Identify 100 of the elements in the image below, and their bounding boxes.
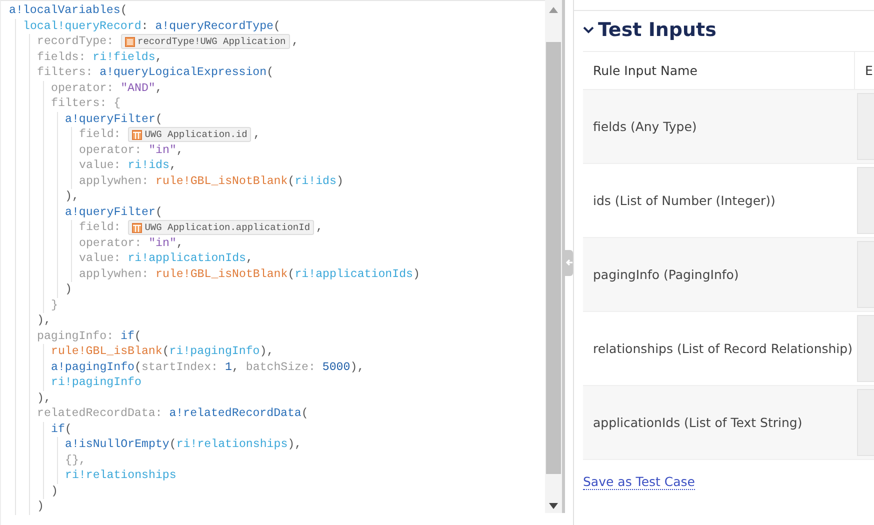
reference-label: recordType!UWG Application: [138, 35, 286, 49]
code-token: "in": [148, 236, 176, 251]
code-token: }: [51, 298, 58, 313]
code-token: ,: [232, 360, 240, 375]
code-token: startIndex:: [141, 360, 219, 375]
section-header[interactable]: Test Inputs: [583, 19, 716, 41]
scroll-down-icon[interactable]: [549, 503, 558, 509]
code-token: (: [134, 328, 142, 344]
reference-label: UWG Application.applicationId: [144, 221, 310, 235]
code-token: operator:: [79, 236, 143, 251]
code-token: ,: [155, 50, 162, 65]
code-token: ),: [37, 313, 51, 328]
code-token: operator:: [51, 80, 115, 96]
code-token: (: [288, 174, 295, 189]
code-token: (: [301, 406, 308, 422]
code-token: ): [51, 484, 58, 499]
code-token: a!queryFilter: [65, 204, 156, 220]
code-token: a!queryLogicalExpression: [100, 65, 267, 80]
table-cell-text: pagingInfo (PagingInfo): [592, 266, 740, 284]
code-token: a!isNullOrEmpty: [65, 437, 170, 452]
code-token: fields:: [37, 50, 87, 65]
code-token: relatedRecordData:: [37, 406, 164, 422]
code-token: ): [65, 282, 72, 298]
code-token: ),: [350, 360, 364, 375]
record-reference-chip[interactable]: recordType!UWG Application: [120, 34, 290, 50]
table-cell-text: applicationIds (List of Text String): [592, 414, 804, 432]
code-token: ri!fields: [92, 50, 156, 65]
code-token: field:: [79, 220, 122, 236]
code-token: a!localVariables: [9, 3, 120, 18]
code-token: filters: {: [51, 96, 121, 112]
code-token: {},: [65, 452, 86, 468]
code-token: ,: [155, 80, 162, 96]
code-token: :: [141, 18, 150, 34]
save-test-case-link[interactable]: Save as Test Case: [583, 474, 695, 490]
code-token: applywhen:: [79, 266, 150, 282]
code-token: a!queryRecordType: [155, 18, 274, 34]
code-token: (: [288, 266, 295, 282]
code-token: (: [266, 65, 274, 80]
code-token: ri!ids: [294, 174, 336, 189]
code-token: value:: [79, 158, 122, 174]
code-token: applywhen:: [79, 174, 150, 189]
code-token: recordType:: [37, 34, 115, 50]
code-token: ),: [37, 390, 51, 406]
code-token: ri!pagingInfo: [169, 344, 260, 360]
table-icon: [124, 36, 134, 47]
code-token: ,: [253, 127, 260, 142]
code-token: (: [134, 360, 142, 375]
code-token: ,: [316, 220, 323, 236]
code-token: rule!GBL_isNotBlank: [156, 266, 288, 282]
code-token: (: [155, 112, 162, 127]
code-token: ri!relationships: [65, 468, 176, 484]
code-token: 5000: [322, 360, 350, 375]
code-token: field:: [79, 127, 122, 142]
code-token: ,: [176, 142, 184, 158]
code-token: ): [37, 499, 44, 514]
chevron-icon: [583, 26, 594, 34]
collapse-handle[interactable]: [565, 250, 573, 276]
code-token: 1: [224, 360, 232, 375]
code-token: pagingInfo:: [37, 328, 115, 344]
code-token: local!queryRecord: [23, 18, 142, 34]
code-token: (: [155, 204, 162, 220]
code-token: value:: [79, 251, 122, 266]
code-token: ri!relationships: [176, 437, 288, 452]
code-token: batchSize:: [246, 360, 316, 375]
scroll-up-icon[interactable]: [549, 7, 558, 13]
table-cell-text: fields (Any Type): [592, 118, 698, 136]
scrollbar-thumb[interactable]: [546, 42, 561, 474]
table-cell-text: ids (List of Number (Integer)): [592, 192, 776, 210]
code-token: a!relatedRecordData: [169, 406, 302, 422]
code-token: ,: [176, 236, 184, 251]
code-token: ri!applicationIds: [294, 266, 413, 282]
code-token: ri!applicationIds: [128, 251, 246, 266]
reference-label: UWG Application.id: [144, 128, 248, 142]
code-token: (: [64, 422, 72, 437]
code-token: ),: [260, 344, 274, 360]
code-token: ri!ids: [128, 158, 170, 174]
code-token: a!pagingInfo: [51, 360, 134, 375]
left-arrow-icon: [566, 259, 572, 266]
code-token: ),: [65, 189, 79, 204]
code-token: operator:: [79, 142, 143, 158]
code-token: if: [51, 422, 65, 437]
code-token: ri!pagingInfo: [51, 375, 142, 390]
code-token: ),: [288, 437, 302, 452]
column-icon: [132, 222, 142, 233]
code-token: ): [412, 266, 420, 282]
code-token: "AND": [120, 80, 156, 96]
code-token: ,: [169, 158, 176, 174]
code-token: (: [273, 18, 280, 34]
code-token: ,: [292, 34, 299, 50]
code-token: (: [162, 344, 170, 360]
column-icon: [132, 130, 142, 140]
record-reference-chip[interactable]: UWG Application.id: [128, 127, 252, 142]
code-token: ): [336, 174, 344, 189]
code-token: a!queryFilter: [65, 112, 156, 127]
code-token: filters:: [37, 65, 94, 80]
code-token: if: [120, 328, 134, 344]
record-reference-chip[interactable]: UWG Application.applicationId: [128, 220, 314, 236]
table-cell-text: relationships (List of Record Relationship): [592, 340, 854, 358]
code-token: ,: [246, 251, 253, 266]
scrollbar[interactable]: [545, 0, 565, 513]
